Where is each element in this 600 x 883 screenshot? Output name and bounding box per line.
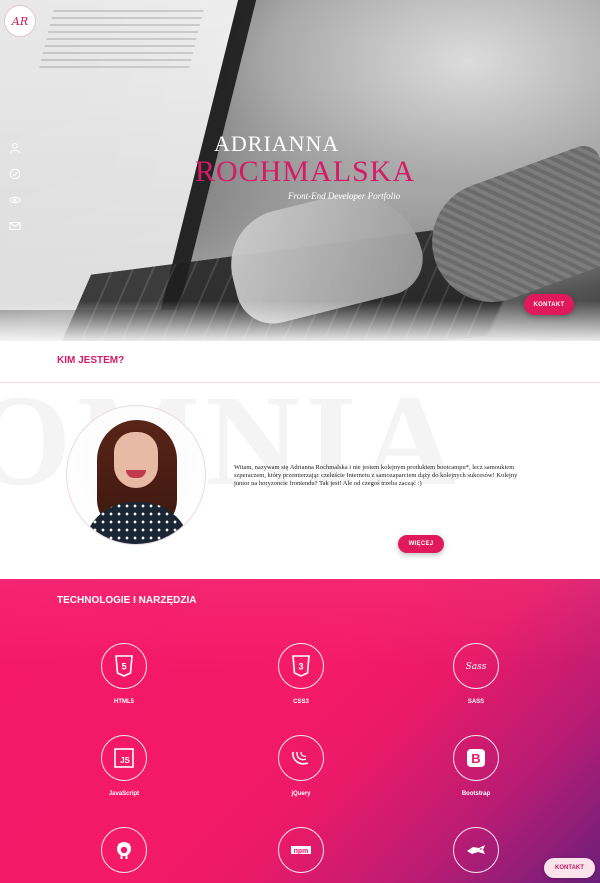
gulp-icon — [453, 827, 499, 873]
npm-icon: npm — [278, 827, 324, 873]
svg-text:Sass: Sass — [466, 662, 487, 672]
tech-item-npm: npm — [256, 827, 346, 873]
logo[interactable]: AR — [4, 5, 36, 37]
svg-text:npm: npm — [294, 848, 309, 855]
tech-item-css3: 3 CSS3 — [256, 643, 346, 705]
tech-item-sass: Sass SASS — [431, 643, 521, 705]
sass-icon: Sass — [453, 643, 499, 689]
side-navigation — [9, 142, 23, 246]
tech-label: jQuery — [291, 791, 311, 797]
hero-section: AR ADRIANNA ROCHMALSKA Front-End Develop… — [0, 0, 600, 341]
tech-label: JavaScript — [108, 791, 140, 797]
svg-text:JS: JS — [120, 756, 130, 765]
jquery-icon — [278, 735, 324, 781]
tech-label: HTML5 — [114, 699, 134, 705]
floating-contact-button[interactable]: KONTAKT — [544, 858, 595, 878]
svg-text:3: 3 — [298, 662, 303, 672]
hero-subtitle: Front-End Developer Portfolio — [288, 191, 401, 201]
svg-text:5: 5 — [121, 662, 126, 672]
more-button[interactable]: WIĘCEJ — [398, 535, 444, 553]
tech-item-javascript: JS JavaScript — [79, 735, 169, 797]
tech-item-gulp — [431, 827, 521, 873]
html5-icon: 5 — [101, 643, 147, 689]
tech-label: CSS3 — [293, 699, 309, 705]
tech-title: TECHNOLOGIE I NARZĘDZIA — [57, 595, 197, 606]
css3-icon: 3 — [278, 643, 324, 689]
javascript-icon: JS — [101, 735, 147, 781]
tech-item-github — [79, 827, 169, 873]
hero-heading: ADRIANNA ROCHMALSKA Front-End Developer … — [195, 131, 455, 202]
nav-about-user-icon[interactable] — [9, 142, 23, 156]
github-icon — [101, 827, 147, 873]
tech-label: Bootstrap — [461, 791, 491, 797]
svg-text:B: B — [471, 751, 480, 766]
about-description: Witam, nazywam się Adrianna Rochmalska i… — [234, 464, 518, 487]
tech-item-jquery: jQuery — [256, 735, 346, 797]
nav-skills-check-icon[interactable] — [9, 168, 23, 182]
profile-photo — [66, 405, 206, 545]
hero-contact-button[interactable]: KONTAKT — [524, 294, 574, 315]
tech-item-html5: 5 HTML5 — [79, 643, 169, 705]
about-header: KIM JESTEM? — [0, 341, 600, 383]
tech-label: SASS — [467, 699, 485, 705]
about-section: OMNIA KIM JESTEM? Witam, nazywam się Adr… — [0, 341, 600, 579]
nav-portfolio-eye-icon[interactable] — [9, 194, 23, 208]
tech-item-bootstrap: B Bootstrap — [431, 735, 521, 797]
technologies-section: TECHNOLOGIE I NARZĘDZIA 5 HTML5 3 CSS3 S… — [0, 579, 600, 883]
nav-contact-envelope-icon[interactable] — [9, 220, 23, 234]
bootstrap-icon: B — [453, 735, 499, 781]
hero-first-name: ADRIANNA — [214, 131, 340, 156]
hero-last-name: ROCHMALSKA — [195, 155, 416, 188]
about-title: KIM JESTEM? — [57, 355, 125, 366]
